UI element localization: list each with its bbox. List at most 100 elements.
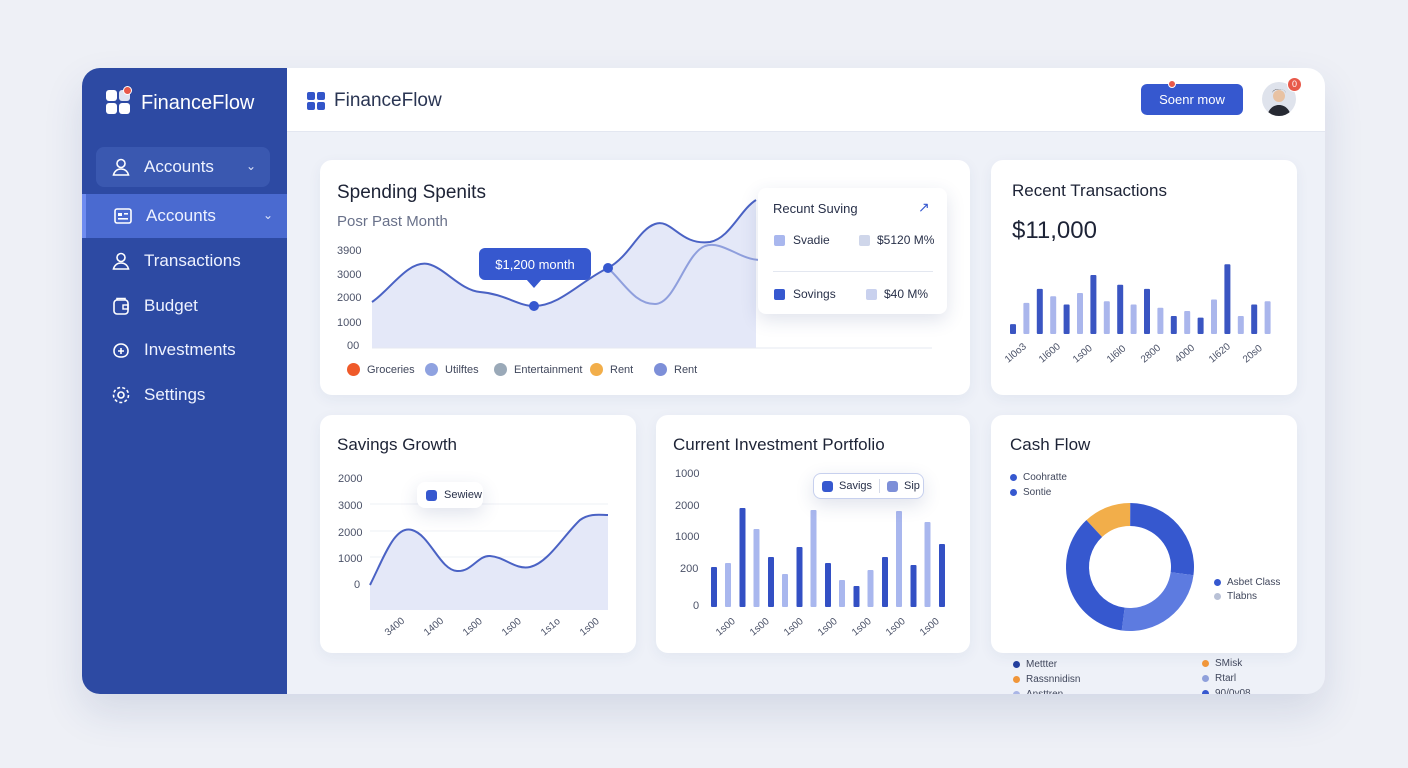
- transaction-bar[interactable]: [1184, 311, 1191, 334]
- brand-name: FinanceFlow: [141, 91, 255, 114]
- legend-dot: [590, 363, 603, 376]
- portfolio-bar[interactable]: [796, 547, 803, 607]
- investment-icon: [110, 339, 132, 361]
- legend-item[interactable]: Rent: [590, 363, 633, 376]
- legend-item[interactable]: Rassnnidisn: [1013, 674, 1080, 685]
- portfolio-bar[interactable]: [810, 510, 817, 607]
- sidebar-item-accounts-active[interactable]: Accounts ⌄: [82, 194, 287, 238]
- legend-label: Coohratte: [1023, 472, 1067, 483]
- divider: [773, 271, 933, 272]
- transaction-bar[interactable]: [1103, 301, 1110, 334]
- portfolio-bar[interactable]: [882, 557, 888, 607]
- portfolio-bar[interactable]: [939, 544, 945, 607]
- notification-badge: 0: [1287, 77, 1302, 92]
- portfolio-legend-tooltip: Savigs Sip: [813, 473, 924, 499]
- portfolio-bar[interactable]: [853, 586, 860, 607]
- sidebar-item-budget[interactable]: Budget: [96, 286, 270, 326]
- transaction-bar[interactable]: [1170, 315, 1177, 334]
- spending-callout[interactable]: $1,200 month: [479, 248, 591, 280]
- transaction-bar[interactable]: [1211, 299, 1217, 334]
- legend-item[interactable]: SMisk: [1202, 658, 1242, 669]
- sidebar-item-label: Budget: [144, 296, 198, 315]
- wallet-icon: [112, 205, 134, 227]
- legend-label: SMisk: [1215, 658, 1243, 669]
- legend-dot: [654, 363, 667, 376]
- close-icon[interactable]: ↗: [918, 199, 930, 216]
- transaction-bar[interactable]: [1023, 302, 1030, 334]
- legend-label: Rtarl: [1215, 673, 1237, 684]
- legend-item[interactable]: 90/0v08: [1202, 688, 1251, 694]
- transaction-bar[interactable]: [1157, 307, 1164, 334]
- transaction-bar[interactable]: [1224, 264, 1231, 334]
- legend-item[interactable]: Asbet Class: [1214, 577, 1280, 588]
- transaction-bar[interactable]: [1010, 324, 1016, 334]
- legend-swatch: [774, 288, 785, 300]
- portfolio-bar[interactable]: [739, 508, 746, 607]
- data-point[interactable]: [529, 301, 539, 311]
- popup-row: Svadie: [774, 233, 830, 247]
- transaction-bar[interactable]: [1077, 293, 1083, 334]
- transaction-bar[interactable]: [1050, 296, 1057, 334]
- cash-flow-card: Cash Flow Coohratte Sontie Asbet Class Tlab…: [991, 415, 1297, 694]
- primary-action-button[interactable]: Soenr mow: [1141, 80, 1243, 115]
- data-point[interactable]: [603, 263, 613, 273]
- sidebar-logo[interactable]: FinanceFlow: [106, 86, 255, 116]
- sidebar-item-accounts[interactable]: Accounts ⌄: [96, 147, 270, 187]
- legend-item[interactable]: Ansttren: [1013, 689, 1063, 694]
- portfolio-bar[interactable]: [825, 563, 831, 607]
- transaction-bar[interactable]: [1036, 288, 1043, 334]
- sidebar-item-label: Accounts: [146, 206, 216, 225]
- transaction-bar[interactable]: [1090, 274, 1097, 334]
- transaction-bar[interactable]: [1117, 284, 1124, 334]
- sidebar-item-settings[interactable]: Settings: [96, 375, 270, 415]
- recent-transactions-card: Recent Transactions $11,000 1l0o3 1l600 1s…: [991, 160, 1297, 395]
- savings-tooltip: Sewiew: [417, 482, 483, 508]
- transaction-bar[interactable]: [1197, 317, 1204, 334]
- tooltip-label: Savigs: [839, 480, 873, 492]
- legend-swatch: [426, 489, 437, 501]
- legend-item[interactable]: Utilftes: [425, 363, 479, 376]
- transaction-bar[interactable]: [1237, 315, 1244, 334]
- legend-dot: [1202, 675, 1209, 682]
- portfolio-bar[interactable]: [711, 567, 717, 607]
- portfolio-bar[interactable]: [839, 580, 845, 607]
- portfolio-bar[interactable]: [867, 570, 874, 607]
- transaction-bar[interactable]: [1144, 288, 1150, 334]
- app-window: FinanceFlow Accounts ⌄ Accounts ⌄ Transa…: [82, 68, 1325, 694]
- transaction-bar[interactable]: [1251, 304, 1258, 334]
- legend-dot: [1202, 660, 1209, 667]
- donut-slice[interactable]: [1066, 520, 1125, 631]
- donut-slice[interactable]: [1130, 503, 1194, 576]
- donut-slice[interactable]: [1121, 572, 1194, 631]
- legend-item[interactable]: Mettter: [1013, 659, 1057, 670]
- portfolio-bar[interactable]: [753, 529, 760, 607]
- legend-label: Entertainment: [514, 363, 583, 376]
- legend-dot: [494, 363, 507, 376]
- legend-item[interactable]: Rent: [654, 363, 697, 376]
- portfolio-bar[interactable]: [725, 563, 731, 607]
- legend-dot: [1013, 691, 1020, 694]
- legend-item[interactable]: Tlabns: [1214, 591, 1257, 602]
- portfolio-bar[interactable]: [896, 511, 902, 607]
- legend-label: Asbet Class: [1227, 577, 1281, 588]
- legend-dot: [1010, 489, 1017, 496]
- legend-label: Groceries: [367, 363, 415, 376]
- transaction-bar[interactable]: [1264, 301, 1271, 334]
- portfolio-bar[interactable]: [924, 522, 931, 607]
- popup-row-value-text: $40 M%: [884, 287, 929, 301]
- transaction-bar[interactable]: [1063, 304, 1070, 334]
- legend-item[interactable]: Rtarl: [1202, 673, 1236, 684]
- portfolio-bar[interactable]: [782, 574, 788, 607]
- legend-dot: [1214, 593, 1221, 600]
- legend-item[interactable]: Entertainment: [494, 363, 582, 376]
- portfolio-bar[interactable]: [768, 557, 774, 607]
- legend-item[interactable]: Sontie: [1010, 487, 1051, 498]
- chevron-down-icon: ⌄: [245, 159, 256, 173]
- sidebar-item-transactions[interactable]: Transactions: [96, 241, 270, 281]
- transaction-bar[interactable]: [1130, 304, 1137, 334]
- legend-item[interactable]: Coohratte: [1010, 472, 1067, 483]
- topbar-logo[interactable]: FinanceFlow: [307, 90, 442, 112]
- sidebar-item-investments[interactable]: Investments: [96, 330, 270, 370]
- legend-item[interactable]: Groceries: [347, 363, 415, 376]
- portfolio-bar[interactable]: [910, 565, 917, 607]
